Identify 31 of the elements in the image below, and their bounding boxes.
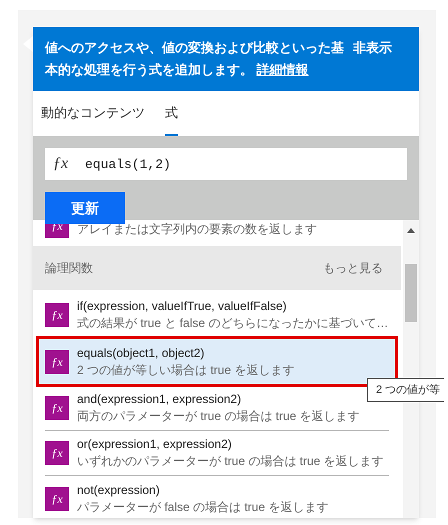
function-item[interactable]: ƒx equals(object1, object2) 2 つの値が等しい場合は true を返します [39,339,395,384]
function-icon: ƒx [45,486,69,510]
function-signature: equals(object1, object2) [77,344,206,360]
function-description: アレイまたは文字列内の要素の数を返します [77,221,317,238]
scroll-up-icon[interactable] [407,228,415,233]
function-description: 両方のパラメーターが true の場合は true を返します [77,408,360,425]
category-title: 論理関数 [45,260,93,277]
function-signature: or(expression1, expression2) [77,436,233,452]
update-button[interactable]: 更新 [45,192,125,224]
function-item[interactable]: ƒx if(expression, valueIfTrue, valueIfFalse) 式の結果が true と false のどちらになったかに基づいて… [45,292,389,337]
info-text: 値へのアクセスや、値の変換および比較といった基本的な処理を行う式を追加します。 詳細情報 [45,39,345,79]
function-icon: ƒx [45,350,69,374]
function-item[interactable]: ƒx not(expression) パラメーターが false の場合は true を返します [45,476,389,518]
tab[interactable]: 動的なコンテンツ [41,91,145,136]
see-more-link[interactable]: もっと見る [323,259,389,277]
details-link[interactable]: 詳細情報 [256,62,309,77]
function-description: 2 つの値が等しい場合は true を返します [77,362,294,378]
hide-button[interactable]: 非表示 [353,37,392,59]
function-icon: ƒx [45,441,69,465]
function-description: パラメーターが false の場合は true を返します [77,498,328,516]
tooltip: 2 つの値が等 [367,378,444,402]
function-description: いずれかのパラメーターが true の場合は true を返します [77,453,384,470]
function-item[interactable]: ƒx or(expression1, expression2) いずれかのパラメーターが true の場合は true を返します [45,431,389,476]
function-signature: if(expression, valueIfTrue, valueIfFalse) [77,298,288,314]
function-icon: ƒx [45,302,69,326]
function-description: 式の結果が true と false のどちらになったかに基づいて… [77,314,388,332]
function-icon: ƒx [53,154,68,174]
function-signature: and(expression1, expression2) [77,391,242,407]
scroll-thumb[interactable] [405,264,417,322]
function-icon: ƒx [45,396,69,420]
function-signature: not(expression) [77,482,161,498]
